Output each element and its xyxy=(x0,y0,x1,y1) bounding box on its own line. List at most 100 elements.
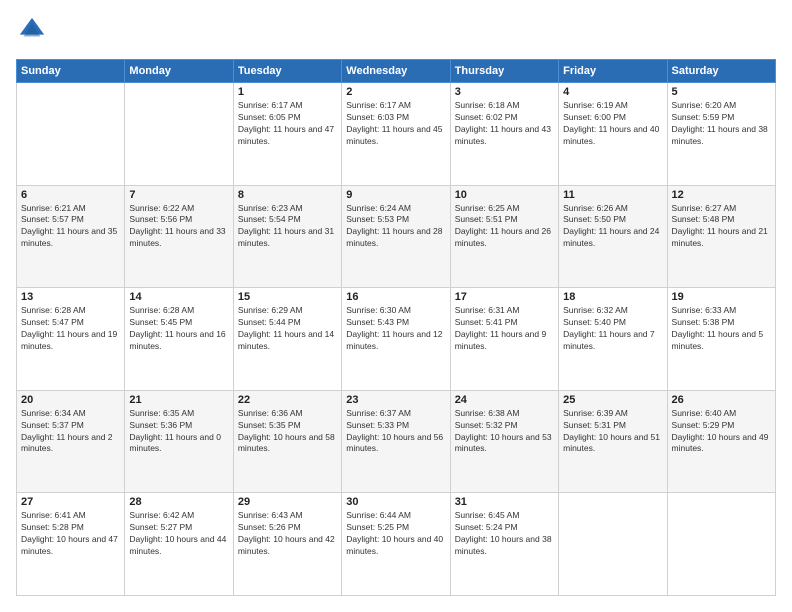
day-number: 17 xyxy=(455,291,554,303)
calendar-day-cell: 1Sunrise: 6:17 AM Sunset: 6:05 PM Daylig… xyxy=(233,83,341,186)
day-info: Sunrise: 6:45 AM Sunset: 5:24 PM Dayligh… xyxy=(455,510,554,558)
calendar-day-cell xyxy=(125,83,233,186)
calendar-day-cell: 28 Sunrise: 6:42 AM Sunset: 5:27 PM Dayli… xyxy=(125,493,233,596)
day-number: 5 xyxy=(672,86,771,98)
calendar-day-cell xyxy=(667,493,775,596)
calendar-day-cell: 17Sunrise: 6:31 AM Sunset: 5:41 PM Dayli… xyxy=(450,288,558,391)
calendar-week-row: 20 Sunrise: 6:34 AM Sunset: 5:37 PM Dayli… xyxy=(17,390,776,493)
calendar-day-cell: 16 Sunrise: 6:30 AM Sunset: 5:43 PM Dayli… xyxy=(342,288,450,391)
calendar-day-cell: 9 Sunrise: 6:24 AM Sunset: 5:53 PM Daylig… xyxy=(342,185,450,288)
logo-icon xyxy=(18,16,46,44)
calendar-day-cell: 27 Sunrise: 6:41 AM Sunset: 5:28 PM Dayli… xyxy=(17,493,125,596)
weekday-header-cell: Thursday xyxy=(450,60,558,83)
day-info: Sunrise: 6:39 AM Sunset: 5:31 PM Dayligh… xyxy=(563,408,662,456)
calendar-week-row: 27 Sunrise: 6:41 AM Sunset: 5:28 PM Dayli… xyxy=(17,493,776,596)
day-info: Sunrise: 6:34 AM Sunset: 5:37 PM Dayligh… xyxy=(21,408,120,456)
day-info: Sunrise: 6:38 AM Sunset: 5:32 PM Dayligh… xyxy=(455,408,554,456)
calendar-day-cell: 24 Sunrise: 6:38 AM Sunset: 5:32 PM Dayli… xyxy=(450,390,558,493)
calendar-day-cell: 21 Sunrise: 6:35 AM Sunset: 5:36 PM Dayli… xyxy=(125,390,233,493)
day-info: Sunrise: 6:44 AM Sunset: 5:25 PM Dayligh… xyxy=(346,510,445,558)
day-info: Sunrise: 6:41 AM Sunset: 5:28 PM Dayligh… xyxy=(21,510,120,558)
day-info: Sunrise: 6:30 AM Sunset: 5:43 PM Dayligh… xyxy=(346,305,445,353)
calendar-day-cell: 22 Sunrise: 6:36 AM Sunset: 5:35 PM Dayli… xyxy=(233,390,341,493)
calendar-day-cell: 6Sunrise: 6:21 AM Sunset: 5:57 PM Daylig… xyxy=(17,185,125,288)
day-number: 23 xyxy=(346,394,445,406)
day-number: 28 xyxy=(129,496,228,508)
day-number: 30 xyxy=(346,496,445,508)
day-info: Sunrise: 6:26 AM Sunset: 5:50 PM Dayligh… xyxy=(563,203,662,251)
day-number: 15 xyxy=(238,291,337,303)
calendar-day-cell: 10 Sunrise: 6:25 AM Sunset: 5:51 PM Dayli… xyxy=(450,185,558,288)
day-number: 9 xyxy=(346,189,445,201)
calendar-day-cell: 7Sunrise: 6:22 AM Sunset: 5:56 PM Daylig… xyxy=(125,185,233,288)
calendar-day-cell: 29 Sunrise: 6:43 AM Sunset: 5:26 PM Dayli… xyxy=(233,493,341,596)
calendar-day-cell: 14Sunrise: 6:28 AM Sunset: 5:45 PM Dayli… xyxy=(125,288,233,391)
day-info: Sunrise: 6:18 AM Sunset: 6:02 PM Dayligh… xyxy=(455,100,554,148)
calendar-day-cell: 4 Sunrise: 6:19 AM Sunset: 6:00 PM Daylig… xyxy=(559,83,667,186)
day-info: Sunrise: 6:20 AM Sunset: 5:59 PM Dayligh… xyxy=(672,100,771,148)
day-info: Sunrise: 6:25 AM Sunset: 5:51 PM Dayligh… xyxy=(455,203,554,251)
calendar-day-cell: 5 Sunrise: 6:20 AM Sunset: 5:59 PM Daylig… xyxy=(667,83,775,186)
day-number: 10 xyxy=(455,189,554,201)
day-info: Sunrise: 6:23 AM Sunset: 5:54 PM Dayligh… xyxy=(238,203,337,251)
weekday-header-row: SundayMondayTuesdayWednesdayThursdayFrid… xyxy=(17,60,776,83)
day-number: 14 xyxy=(129,291,228,303)
day-info: Sunrise: 6:29 AM Sunset: 5:44 PM Dayligh… xyxy=(238,305,337,353)
logo xyxy=(16,16,50,49)
day-info: Sunrise: 6:43 AM Sunset: 5:26 PM Dayligh… xyxy=(238,510,337,558)
calendar-day-cell: 25 Sunrise: 6:39 AM Sunset: 5:31 PM Dayli… xyxy=(559,390,667,493)
day-info: Sunrise: 6:17 AM Sunset: 6:05 PM Dayligh… xyxy=(238,100,337,148)
calendar-day-cell: 15 Sunrise: 6:29 AM Sunset: 5:44 PM Dayli… xyxy=(233,288,341,391)
day-number: 19 xyxy=(672,291,771,303)
calendar-day-cell: 13Sunrise: 6:28 AM Sunset: 5:47 PM Dayli… xyxy=(17,288,125,391)
day-number: 16 xyxy=(346,291,445,303)
day-number: 21 xyxy=(129,394,228,406)
calendar-day-cell: 3 Sunrise: 6:18 AM Sunset: 6:02 PM Daylig… xyxy=(450,83,558,186)
day-info: Sunrise: 6:35 AM Sunset: 5:36 PM Dayligh… xyxy=(129,408,228,456)
calendar-day-cell: 20 Sunrise: 6:34 AM Sunset: 5:37 PM Dayli… xyxy=(17,390,125,493)
calendar-day-cell: 30 Sunrise: 6:44 AM Sunset: 5:25 PM Dayli… xyxy=(342,493,450,596)
day-number: 29 xyxy=(238,496,337,508)
calendar-day-cell: 26 Sunrise: 6:40 AM Sunset: 5:29 PM Dayli… xyxy=(667,390,775,493)
calendar-day-cell: 18Sunrise: 6:32 AM Sunset: 5:40 PM Dayli… xyxy=(559,288,667,391)
day-number: 13 xyxy=(21,291,120,303)
day-number: 26 xyxy=(672,394,771,406)
weekday-header-cell: Monday xyxy=(125,60,233,83)
day-info: Sunrise: 6:36 AM Sunset: 5:35 PM Dayligh… xyxy=(238,408,337,456)
calendar-body: 1Sunrise: 6:17 AM Sunset: 6:05 PM Daylig… xyxy=(17,83,776,596)
day-number: 20 xyxy=(21,394,120,406)
day-info: Sunrise: 6:19 AM Sunset: 6:00 PM Dayligh… xyxy=(563,100,662,148)
calendar-week-row: 13Sunrise: 6:28 AM Sunset: 5:47 PM Dayli… xyxy=(17,288,776,391)
weekday-header-cell: Sunday xyxy=(17,60,125,83)
calendar-week-row: 1Sunrise: 6:17 AM Sunset: 6:05 PM Daylig… xyxy=(17,83,776,186)
calendar-day-cell xyxy=(559,493,667,596)
day-number: 2 xyxy=(346,86,445,98)
calendar-day-cell: 19Sunrise: 6:33 AM Sunset: 5:38 PM Dayli… xyxy=(667,288,775,391)
header xyxy=(16,16,776,49)
day-number: 31 xyxy=(455,496,554,508)
day-info: Sunrise: 6:42 AM Sunset: 5:27 PM Dayligh… xyxy=(129,510,228,558)
day-number: 27 xyxy=(21,496,120,508)
calendar-container: SundayMondayTuesdayWednesdayThursdayFrid… xyxy=(0,0,792,612)
day-info: Sunrise: 6:22 AM Sunset: 5:56 PM Dayligh… xyxy=(129,203,228,251)
day-number: 24 xyxy=(455,394,554,406)
day-number: 4 xyxy=(563,86,662,98)
calendar-table: SundayMondayTuesdayWednesdayThursdayFrid… xyxy=(16,59,776,596)
day-number: 22 xyxy=(238,394,337,406)
calendar-day-cell: 8Sunrise: 6:23 AM Sunset: 5:54 PM Daylig… xyxy=(233,185,341,288)
day-number: 18 xyxy=(563,291,662,303)
calendar-day-cell: 23 Sunrise: 6:37 AM Sunset: 5:33 PM Dayli… xyxy=(342,390,450,493)
day-number: 11 xyxy=(563,189,662,201)
day-info: Sunrise: 6:37 AM Sunset: 5:33 PM Dayligh… xyxy=(346,408,445,456)
day-info: Sunrise: 6:17 AM Sunset: 6:03 PM Dayligh… xyxy=(346,100,445,148)
calendar-day-cell: 31 Sunrise: 6:45 AM Sunset: 5:24 PM Dayli… xyxy=(450,493,558,596)
day-number: 25 xyxy=(563,394,662,406)
day-info: Sunrise: 6:24 AM Sunset: 5:53 PM Dayligh… xyxy=(346,203,445,251)
day-info: Sunrise: 6:21 AM Sunset: 5:57 PM Dayligh… xyxy=(21,203,120,251)
calendar-day-cell: 11 Sunrise: 6:26 AM Sunset: 5:50 PM Dayli… xyxy=(559,185,667,288)
calendar-day-cell: 2 Sunrise: 6:17 AM Sunset: 6:03 PM Daylig… xyxy=(342,83,450,186)
weekday-header-cell: Saturday xyxy=(667,60,775,83)
day-info: Sunrise: 6:40 AM Sunset: 5:29 PM Dayligh… xyxy=(672,408,771,456)
day-number: 3 xyxy=(455,86,554,98)
calendar-week-row: 6Sunrise: 6:21 AM Sunset: 5:57 PM Daylig… xyxy=(17,185,776,288)
